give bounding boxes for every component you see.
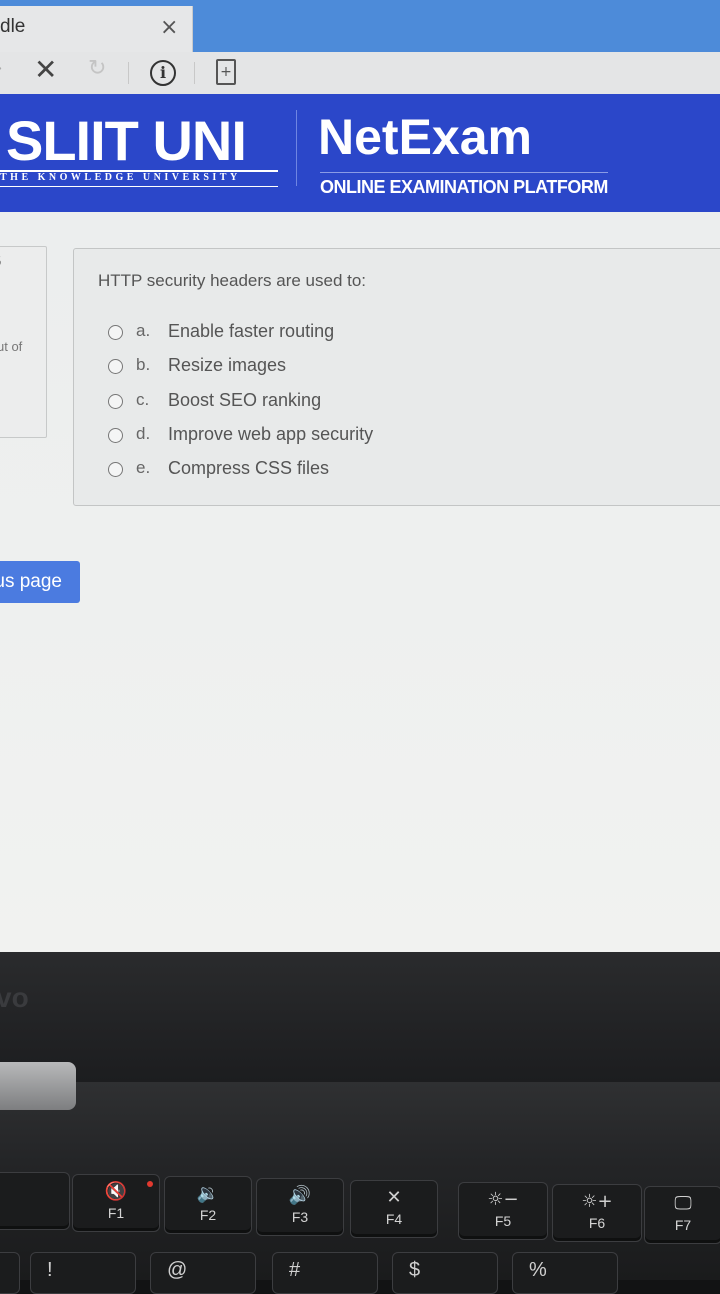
radio-button[interactable] — [108, 394, 123, 409]
key-backtick[interactable] — [0, 1252, 20, 1294]
option-letter: b. — [136, 355, 151, 374]
key-f4[interactable]: ✕ F4 — [350, 1180, 438, 1238]
key-3[interactable]: # — [272, 1252, 378, 1294]
mute-icon: 🔇 — [104, 1181, 128, 1202]
key-label: F4 — [385, 1211, 403, 1227]
option-label[interactable]: Boost SEO ranking — [168, 390, 321, 411]
key-label: F5 — [494, 1213, 512, 1229]
info-icon[interactable]: i — [150, 60, 176, 86]
option-letter: a. — [136, 321, 151, 340]
platform-title: NetExam — [318, 109, 532, 165]
key-esc[interactable] — [0, 1172, 70, 1230]
option-label[interactable]: Compress CSS files — [168, 458, 329, 479]
option-letter: c. — [136, 390, 150, 409]
page-icon[interactable]: + — [216, 59, 236, 85]
question-card: HTTP security headers are used to: a. En… — [73, 248, 720, 506]
laptop-hinge — [0, 1062, 76, 1110]
mark-info-text: ut of — [0, 339, 23, 354]
option-label[interactable]: Enable faster routing — [168, 321, 334, 342]
tab-title: dle — [0, 16, 26, 37]
key-f2[interactable]: 🔉 F2 — [164, 1176, 252, 1234]
key-label: F3 — [291, 1209, 309, 1225]
radio-button[interactable] — [108, 462, 123, 477]
key-4[interactable]: $ — [392, 1252, 498, 1294]
brightness-down-icon: ☼− — [487, 1189, 519, 1210]
back-arrow-icon[interactable]: › — [0, 56, 3, 81]
volume-up-icon: 🔊 — [288, 1185, 312, 1206]
radio-button[interactable] — [108, 359, 123, 374]
key-label: % — [529, 1259, 547, 1281]
screen: dle × › ✕ ↻ i + SLIIT UNI THE KNOWLEDGE … — [0, 0, 720, 952]
browser-tab[interactable]: dle × — [0, 6, 193, 52]
toolbar-divider — [128, 62, 129, 84]
key-f5[interactable]: ☼− F5 — [458, 1182, 548, 1240]
banner-divider — [296, 110, 297, 186]
key-label: # — [289, 1259, 301, 1281]
key-label: F1 — [107, 1205, 125, 1221]
key-label: $ — [409, 1259, 421, 1281]
key-f1[interactable]: 🔇 F1 — [72, 1174, 160, 1232]
question-number: 5 — [0, 253, 1, 270]
reload-icon[interactable]: ↻ — [88, 56, 106, 81]
option-letter: d. — [136, 424, 151, 443]
radio-button[interactable] — [108, 325, 123, 340]
site-banner: SLIIT UNI THE KNOWLEDGE UNIVERSITY NetEx… — [0, 94, 720, 212]
option-label[interactable]: Resize images — [168, 355, 286, 376]
laptop-brand-logo: vo — [0, 982, 29, 1013]
mic-mute-icon: ✕ — [386, 1187, 402, 1208]
university-logo[interactable]: SLIIT UNI — [6, 108, 247, 173]
key-f3[interactable]: 🔊 F3 — [256, 1178, 344, 1236]
key-f7[interactable]: 🖵 F7 — [644, 1186, 720, 1244]
key-label: @ — [167, 1259, 188, 1281]
display-switch-icon: 🖵 — [674, 1193, 692, 1214]
key-5[interactable]: % — [512, 1252, 618, 1294]
stop-icon[interactable]: ✕ — [34, 53, 57, 86]
volume-down-icon: 🔉 — [196, 1183, 220, 1204]
logo-rule — [0, 186, 278, 187]
brightness-up-icon: ☼+ — [581, 1191, 613, 1212]
browser-toolbar: › ✕ ↻ i + — [0, 52, 720, 95]
radio-button[interactable] — [108, 428, 123, 443]
key-label: F7 — [674, 1217, 692, 1233]
browser-tab-strip: dle × — [0, 0, 720, 52]
key-1[interactable]: ! — [30, 1252, 136, 1294]
laptop-bezel: vo — [0, 952, 720, 1082]
previous-page-button[interactable]: us page — [0, 561, 80, 603]
close-tab-icon[interactable]: × — [160, 15, 178, 40]
platform-subtitle: ONLINE EXAMINATION PLATFORM — [320, 172, 608, 198]
question-text: HTTP security headers are used to: — [98, 271, 367, 290]
toolbar-divider — [194, 62, 195, 84]
option-letter: e. — [136, 458, 151, 477]
key-label: ! — [47, 1259, 53, 1281]
logo-tagline: THE KNOWLEDGE UNIVERSITY — [0, 172, 241, 183]
key-label: F2 — [199, 1207, 217, 1223]
option-label[interactable]: Improve web app security — [168, 424, 373, 445]
key-2[interactable]: @ — [150, 1252, 256, 1294]
key-label: F6 — [588, 1215, 606, 1231]
key-f6[interactable]: ☼+ F6 — [552, 1184, 642, 1242]
quiz-navigation-panel: 5 ut of — [0, 246, 47, 438]
